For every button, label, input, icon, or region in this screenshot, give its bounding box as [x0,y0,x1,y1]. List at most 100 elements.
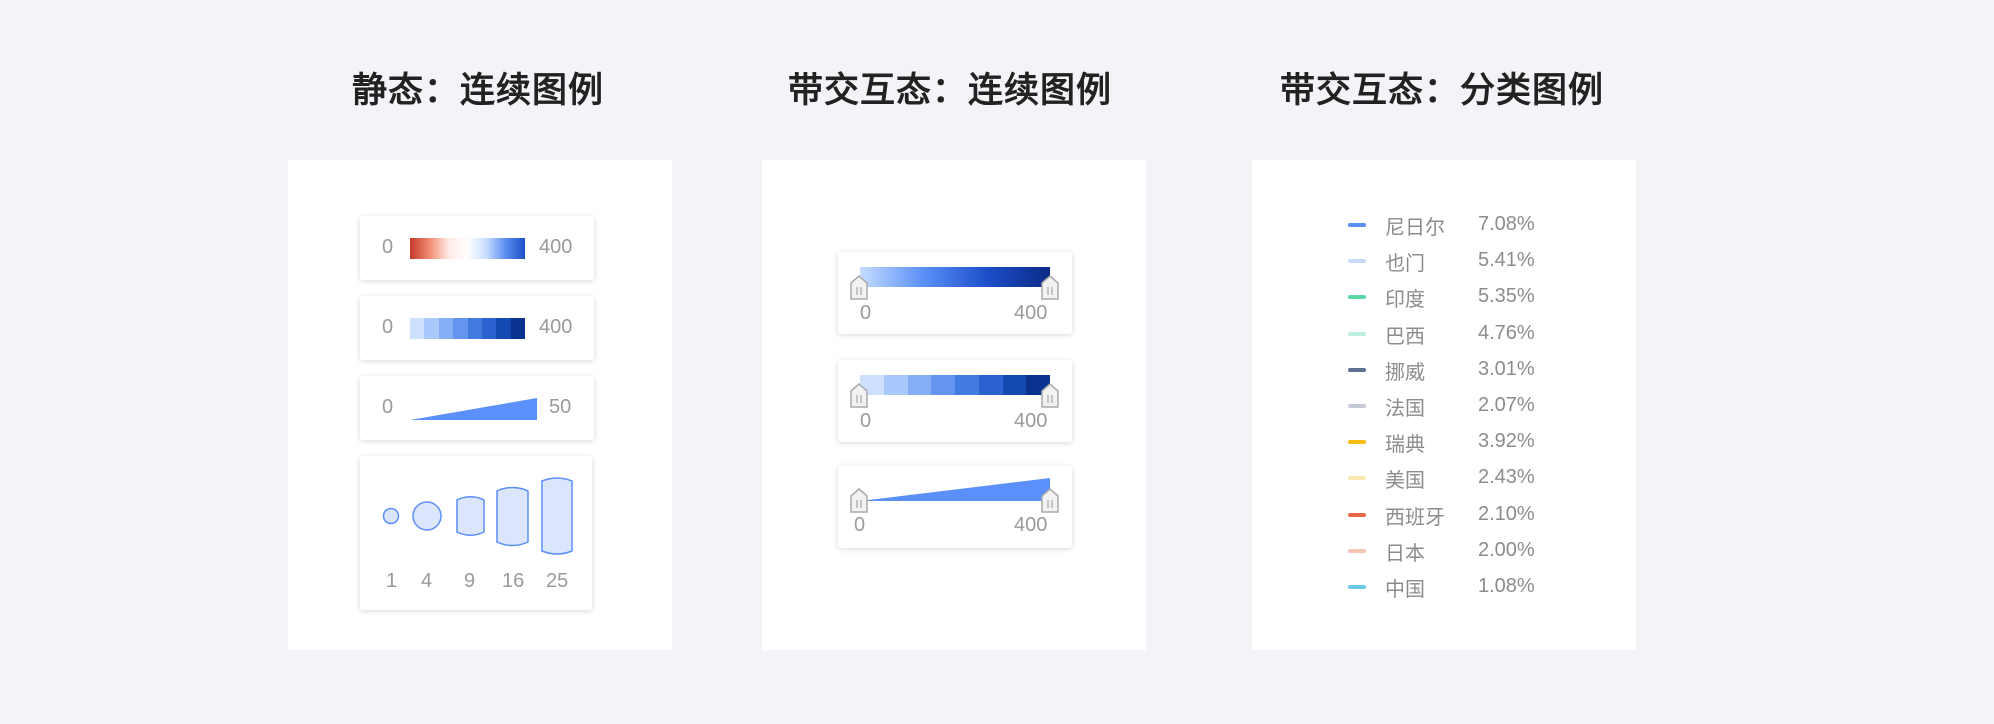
legend-item[interactable]: 中国 1.08% [1252,571,1636,601]
size-max-label: 50 [549,396,572,418]
legend-marker [1348,295,1366,300]
range-end-handle[interactable] [1041,275,1059,300]
legend-item-value: 5.41% [1478,249,1535,272]
legend-item-name: 印度 [1385,287,1425,312]
legend-item[interactable]: 巴西 4.76% [1252,318,1636,348]
legend-item[interactable]: 日本 2.00% [1252,535,1636,565]
interactive-categorical-title: 带交互态：分类图例 [1280,71,1605,111]
size-min-label: 0 [382,396,394,418]
static-legend-panel: 0 400 0 400 0 50 1 4 9 16 25 [288,160,672,650]
legend-item-name: 美国 [1385,468,1425,493]
range-start-handle[interactable] [850,275,868,300]
legend-item-value: 2.07% [1478,394,1535,416]
stepped-min-label: 0 [382,316,394,338]
static-continuous-title: 静态：连续图例 [352,71,605,111]
legend-item-value: 2.43% [1478,466,1535,489]
legend-item[interactable]: 法国 2.07% [1252,390,1636,420]
interactive-continuous-panel: 0 400 0 400 0 400 [762,160,1146,650]
bubble-shapes [382,477,573,555]
legend-item[interactable]: 也门 5.41% [1252,245,1636,275]
legend-item-value: 1.08% [1478,575,1535,597]
size-range-min: 0 [854,514,866,536]
legend-item-name: 中国 [1385,577,1425,601]
color-step-4 [453,318,468,339]
size-range-wedge [860,478,1050,501]
bubble-9 [456,496,485,536]
bubble-16 [496,486,529,547]
static-gradient-legend: 0 400 [360,216,594,280]
color-step-8 [510,318,525,339]
legend-item[interactable]: 瑞典 3.92% [1252,426,1636,456]
interactive-size-legend: 0 400 [838,466,1072,548]
stepped-range-bar [860,375,1050,395]
legend-marker [1348,331,1366,336]
legend-marker [1348,404,1366,408]
legend-item[interactable]: 西班牙 2.10% [1252,499,1636,529]
gradient-range-max: 400 [1014,302,1048,324]
stepped-start-handle[interactable] [850,383,868,408]
gradient-max-label: 400 [539,236,573,258]
legend-marker [1348,440,1366,445]
bubble-label-25: 25 [546,570,569,592]
legend-item-name: 西班牙 [1385,504,1445,529]
stepped-color-bar [410,318,525,339]
bubble-4 [412,501,442,531]
legend-item-name: 日本 [1385,540,1425,565]
legend-item-name: 挪威 [1385,359,1425,384]
diverging-gradient-bar [410,238,525,259]
legend-item-name: 瑞典 [1385,432,1425,457]
legend-item-value: 7.08% [1478,213,1535,235]
legend-item-value: 3.01% [1478,357,1535,380]
stepped-range-max: 400 [1014,410,1048,432]
color-step-7 [496,318,511,339]
static-bubble-legend: 1 4 9 16 25 [360,456,592,610]
bubble-label-9: 9 [464,570,476,592]
stepped-range-min: 0 [860,410,872,432]
legend-marker [1348,223,1366,227]
legend-item-name: 也门 [1385,251,1425,276]
color-step-6 [481,318,497,339]
legend-item[interactable]: 印度 5.35% [1252,281,1636,311]
interactive-gradient-legend: 0 400 [838,252,1072,334]
legend-item[interactable]: 美国 2.43% [1252,462,1636,492]
color-step-7 [1002,375,1027,395]
color-step-4 [931,375,955,395]
blue-gradient-bar [860,267,1050,287]
bubble-label-1: 1 [386,570,398,592]
legend-item-value: 4.76% [1478,321,1535,344]
legend-item-name: 尼日尔 [1385,215,1445,239]
static-size-legend: 0 50 [360,376,594,440]
color-step-5 [467,318,482,339]
legend-marker [1348,512,1366,517]
static-stepped-legend: 0 400 [360,296,594,360]
size-range-max: 400 [1014,514,1048,536]
legend-marker [1348,548,1366,553]
gradient-range-min: 0 [860,302,872,324]
categorical-legend-panel: 尼日尔 7.08% 也门 5.41% 印度 5.35% 巴西 4.76% 挪威 3.01% 法国 2.… [1252,160,1636,650]
legend-marker [1348,367,1366,372]
color-step-6 [978,375,1003,395]
bubble-25 [541,477,573,555]
color-step-5 [955,375,979,395]
legend-item[interactable]: 尼日尔 7.08% [1252,209,1636,239]
legend-item-value: 2.00% [1478,538,1535,561]
color-step-3 [438,318,454,339]
legend-item-value: 5.35% [1478,285,1535,308]
size-start-handle[interactable] [850,488,868,513]
color-step-1 [410,318,425,339]
bubble-1 [382,507,400,525]
legend-item-name: 法国 [1385,396,1425,420]
legend-marker [1348,476,1366,481]
legend-item[interactable]: 挪威 3.01% [1252,354,1636,384]
legend-item-name: 巴西 [1385,323,1425,348]
stepped-end-handle[interactable] [1041,383,1059,408]
size-end-handle[interactable] [1041,488,1059,513]
legend-item-value: 2.10% [1478,502,1535,525]
color-step-2 [424,318,439,339]
interactive-stepped-legend: 0 400 [838,360,1072,442]
legend-marker [1348,259,1366,264]
bubble-label-4: 4 [421,570,433,592]
bubble-label-16: 16 [502,570,525,592]
legend-item-value: 3.92% [1478,430,1535,453]
gradient-min-label: 0 [382,236,394,258]
